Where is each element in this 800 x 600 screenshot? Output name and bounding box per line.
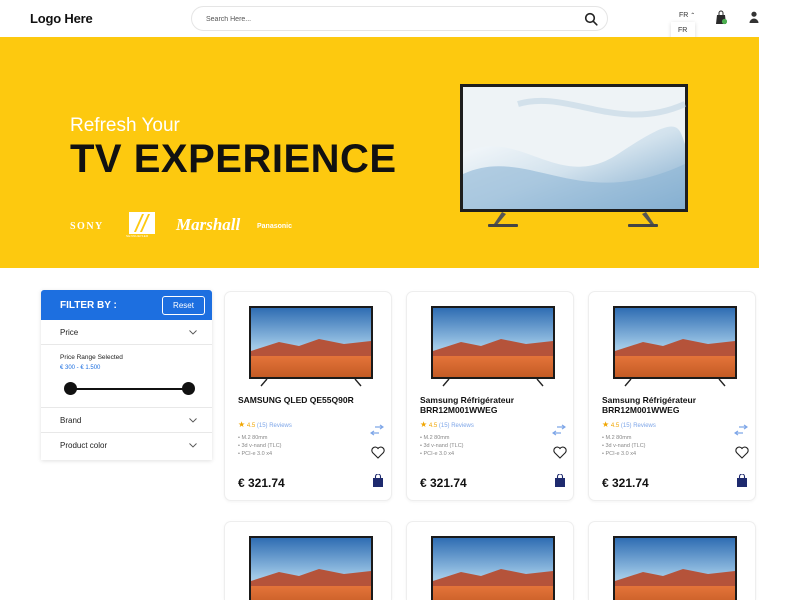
- search-bar: [191, 6, 608, 31]
- brand-logo-marshall: Marshall: [176, 215, 241, 234]
- hero-banner: Refresh Your TV EXPERIENCE SONY SENNHEIS…: [0, 37, 759, 268]
- product-price: € 321.74: [238, 476, 285, 490]
- spec-item: • 3d v-nand (TLC): [238, 443, 282, 449]
- spec-item: • 3d v-nand (TLC): [602, 443, 646, 449]
- filter-section-product-color[interactable]: Product color: [41, 433, 212, 458]
- brand-logo-sony: SONY: [70, 221, 104, 232]
- price-range-title: Price Range Selected: [60, 354, 123, 361]
- filter-section-label: Product color: [60, 441, 108, 450]
- product-name[interactable]: Samsung Réfrigérateur BRR12M001WWEG: [420, 395, 560, 415]
- hero-tv-image: [460, 84, 688, 227]
- product-card[interactable]: [224, 521, 392, 600]
- product-card[interactable]: Samsung Réfrigérateur BRR12M001WWEG ★ 4.…: [588, 291, 756, 501]
- product-name[interactable]: Samsung Réfrigérateur BRR12M001WWEG: [602, 395, 742, 415]
- top-header: Logo Here FR ⌃ FR EN: [0, 0, 800, 59]
- search-icon[interactable]: [584, 12, 598, 26]
- filter-panel: FILTER BY : Reset Price Price Range Sele…: [41, 290, 212, 460]
- spec-item: • PCI-e 3.0 x4: [420, 451, 455, 457]
- chevron-down-icon: [189, 330, 197, 335]
- review-count[interactable]: (15) Reviews: [257, 423, 292, 429]
- search-input[interactable]: [206, 11, 566, 27]
- spec-item: • M.2 80mm: [420, 435, 450, 441]
- spec-item: • M.2 80mm: [238, 435, 268, 441]
- product-price: € 321.74: [602, 476, 649, 490]
- price-slider-track[interactable]: [69, 388, 187, 390]
- filter-title: FILTER BY :: [60, 300, 117, 311]
- hero-subtitle: Refresh Your: [70, 115, 180, 136]
- chevron-down-icon: [189, 443, 197, 448]
- brand-label-sennheiser: SENNHEISER: [126, 234, 149, 238]
- product-specs: • M.2 80mm • 3d v-nand (TLC) • PCI-e 3.0…: [602, 434, 646, 458]
- shopping-bag-icon[interactable]: [715, 10, 727, 25]
- product-rating: ★ 4.5 (15) Reviews: [238, 420, 292, 429]
- add-to-cart-bag-icon[interactable]: [554, 474, 566, 488]
- user-icon[interactable]: [749, 11, 759, 23]
- language-current: FR: [679, 12, 689, 19]
- filter-section-price[interactable]: Price: [41, 320, 212, 345]
- heart-icon[interactable]: [371, 446, 385, 459]
- star-icon: ★: [602, 420, 610, 429]
- hero-title: TV EXPERIENCE: [70, 137, 397, 181]
- review-count[interactable]: (15) Reviews: [439, 423, 474, 429]
- chevron-down-icon: [189, 418, 197, 423]
- product-specs: • M.2 80mm • 3d v-nand (TLC) • PCI-e 3.0…: [238, 434, 282, 458]
- product-card[interactable]: [406, 521, 574, 600]
- chevron-up-icon: ⌃: [690, 13, 696, 19]
- product-image: [613, 306, 737, 387]
- heart-icon[interactable]: [735, 446, 749, 459]
- add-to-cart-bag-icon[interactable]: [736, 474, 748, 488]
- star-icon: ★: [238, 420, 246, 429]
- filter-section-label: Price: [60, 328, 79, 337]
- product-card[interactable]: Samsung Réfrigérateur BRR12M001WWEG ★ 4.…: [406, 291, 574, 501]
- filter-section-brand[interactable]: Brand: [41, 408, 212, 433]
- spec-item: • 3d v-nand (TLC): [420, 443, 464, 449]
- product-rating: ★ 4.5 (15) Reviews: [602, 420, 656, 429]
- filter-header: FILTER BY : Reset: [41, 290, 212, 320]
- product-name[interactable]: SAMSUNG QLED QE55Q90R: [238, 395, 378, 405]
- language-selector[interactable]: FR ⌃: [679, 12, 695, 19]
- product-image: [249, 306, 373, 387]
- heart-icon[interactable]: [553, 446, 567, 459]
- rating-value: 4.5: [610, 423, 620, 429]
- add-to-cart-bag-icon[interactable]: [372, 474, 384, 488]
- product-image: [613, 536, 737, 600]
- product-price: € 321.74: [420, 476, 467, 490]
- spec-item: • PCI-e 3.0 x4: [238, 451, 273, 457]
- brand-logo-panasonic: Panasonic: [257, 223, 293, 230]
- filter-section-label: Brand: [60, 416, 82, 425]
- product-card[interactable]: [588, 521, 756, 600]
- spec-item: • PCI-e 3.0 x4: [602, 451, 637, 457]
- product-rating: ★ 4.5 (15) Reviews: [420, 420, 474, 429]
- product-image: [431, 536, 555, 600]
- reset-button[interactable]: Reset: [162, 296, 205, 315]
- rating-value: 4.5: [246, 423, 256, 429]
- product-specs: • M.2 80mm • 3d v-nand (TLC) • PCI-e 3.0…: [420, 434, 464, 458]
- price-slider-min-handle[interactable]: [64, 382, 77, 395]
- review-count[interactable]: (15) Reviews: [621, 423, 656, 429]
- price-slider-max-handle[interactable]: [182, 382, 195, 395]
- price-range: Price Range Selected € 300 - € 1.500: [41, 345, 212, 408]
- spec-item: • M.2 80mm: [602, 435, 632, 441]
- star-icon: ★: [420, 420, 428, 429]
- rating-value: 4.5: [428, 423, 438, 429]
- compare-icon[interactable]: [552, 424, 566, 436]
- page: Logo Here FR ⌃ FR EN Refresh Your: [0, 0, 800, 600]
- logo[interactable]: Logo Here: [30, 11, 93, 26]
- product-image: [431, 306, 555, 387]
- product-card[interactable]: SAMSUNG QLED QE55Q90R ★ 4.5 (15) Reviews…: [224, 291, 392, 501]
- compare-icon[interactable]: [370, 424, 384, 436]
- product-image: [249, 536, 373, 600]
- price-range-value: € 300 - € 1.500: [60, 365, 101, 371]
- compare-icon[interactable]: [734, 424, 748, 436]
